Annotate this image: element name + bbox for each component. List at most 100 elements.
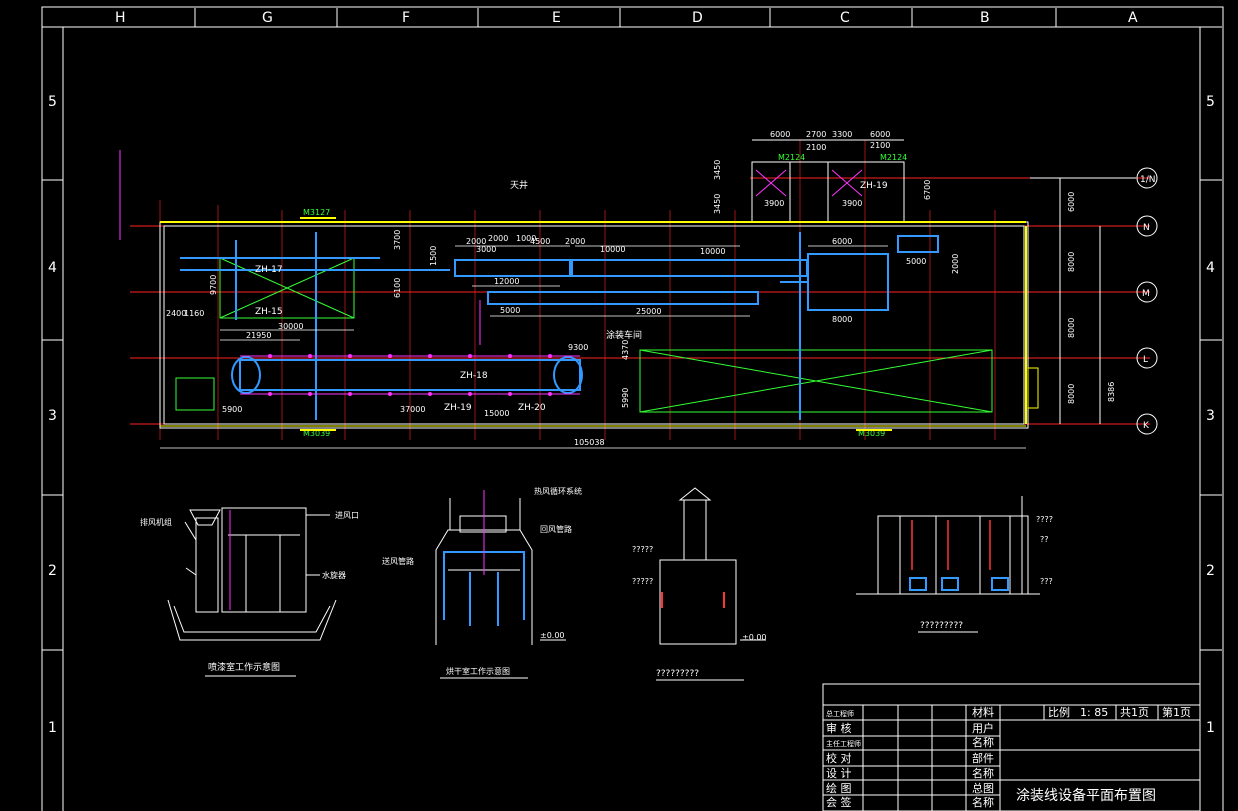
detail1-label-fan: 排风机组 <box>140 517 172 527</box>
row-dim-16: 21950 <box>246 331 271 340</box>
column-label-e: E <box>552 10 561 26</box>
side-dim-2: 3450 <box>713 194 722 214</box>
tb-scale-label: 比例 <box>1048 705 1070 719</box>
tb-material: 材料 <box>972 705 994 719</box>
tb-sheet-no: 第1页 <box>1162 705 1191 719</box>
detail2-label-circulation: 热风循环系统 <box>534 486 582 496</box>
row-label-3-left: 3 <box>48 408 57 424</box>
detail3-label-a: ????? <box>632 545 653 554</box>
column-label-f: F <box>402 10 410 26</box>
zone-zh20: ZH-20 <box>518 403 546 413</box>
door-m2124-b: M2124 <box>880 153 907 162</box>
tb-user-2: 名称 <box>972 735 994 749</box>
axis-label-n: N <box>1143 223 1150 233</box>
side-dim-14: 3900 <box>842 199 862 208</box>
row-dim-7: 10000 <box>600 245 625 254</box>
row-dim-6: 2000 <box>565 237 585 246</box>
row-dim-15: 30000 <box>278 322 303 331</box>
tb-sheets-total: 共1页 <box>1120 706 1149 719</box>
zone-zh18: ZH-18 <box>460 371 488 381</box>
role-review: 审 核 <box>826 721 852 735</box>
top-subdim-1: 2100 <box>806 143 826 152</box>
row-dim-20: 15000 <box>484 409 509 418</box>
zone-zh17: ZH-17 <box>255 265 283 275</box>
tb-user-1: 用户 <box>972 721 994 735</box>
side-dim-1: 3450 <box>713 160 722 180</box>
row-label-2-right: 2 <box>1206 563 1215 579</box>
row-dim-12: 5000 <box>500 306 520 315</box>
detail4-label-c: ??? <box>1040 577 1053 586</box>
axis-label-1n: 1/N <box>1140 175 1156 185</box>
row-dim-9: 6000 <box>832 237 852 246</box>
row-label-5-right: 5 <box>1206 94 1215 110</box>
tb-part-1: 部件 <box>972 751 994 765</box>
detail1-caption: 喷漆室工作示意图 <box>208 661 280 673</box>
axis-dim-4: 8000 <box>1067 384 1076 404</box>
side-dim-3: 6700 <box>923 180 932 200</box>
detail2-label-supply: 送风管路 <box>382 556 414 566</box>
row-label-4-right: 4 <box>1206 260 1215 276</box>
detail1-label-water: 水旋器 <box>322 570 346 580</box>
role-lead-engineer: 主任工程师 <box>826 739 861 748</box>
side-dim-13: 3900 <box>764 199 784 208</box>
row-label-3-right: 3 <box>1206 408 1215 424</box>
side-dim-4: 2000 <box>951 254 960 274</box>
side-dim-12: 5990 <box>621 388 630 408</box>
door-m3127: M3127 <box>303 208 330 217</box>
cad-drawing: H G F E D C B A 5 4 3 2 1 5 4 3 2 1 6000… <box>41 6 1224 811</box>
axis-label-l: L <box>1143 355 1148 365</box>
axis-dim-3: 8000 <box>1067 318 1076 338</box>
column-label-a: A <box>1128 10 1138 26</box>
axis-dim-1: 6000 <box>1067 192 1076 212</box>
column-label-b: B <box>980 10 990 26</box>
side-dim-11: 4370 <box>621 340 630 360</box>
top-dim-4: 6000 <box>870 130 890 139</box>
top-dim-2: 2700 <box>806 130 826 139</box>
row-dim-8: 10000 <box>700 247 725 256</box>
row-dim-11: 12000 <box>494 277 519 286</box>
skylight-label: 天井 <box>510 179 528 191</box>
column-label-h: H <box>115 10 126 26</box>
top-dim-1: 6000 <box>770 130 790 139</box>
detail-spray-booth <box>167 507 337 677</box>
detail4-caption: ????????? <box>920 621 963 631</box>
row-dim-5: 4500 <box>530 237 550 246</box>
detail2-caption: 烘干室工作示意图 <box>446 666 510 676</box>
row-label-1-right: 1 <box>1206 720 1215 736</box>
detail2-level: ±0.00 <box>540 631 565 640</box>
row-label-2-left: 2 <box>48 563 57 579</box>
zone-zh19-annex: ZH-19 <box>860 181 888 191</box>
row-dim-14: 8000 <box>832 315 852 324</box>
column-label-c: C <box>840 10 850 26</box>
side-dim-8: 9700 <box>209 275 218 295</box>
row-dim-13: 25000 <box>636 307 661 316</box>
row-dim-10: 5000 <box>906 257 926 266</box>
workshop-label: 涂装车间 <box>606 329 642 341</box>
axis-label-m: M <box>1142 289 1150 299</box>
tb-general-1: 总图 <box>972 781 994 795</box>
side-dim-10: 1160 <box>184 309 204 318</box>
floor-plan: 6000 2700 3300 6000 2100 2100 M2124 M212… <box>119 130 1158 449</box>
row-label-5-left: 5 <box>48 94 57 110</box>
top-dim-3: 3300 <box>832 130 852 139</box>
zone-zh15: ZH-15 <box>255 307 283 317</box>
row-dim-2: 3000 <box>476 245 496 254</box>
axis-dim-2: 8000 <box>1067 252 1076 272</box>
side-dim-7: 6100 <box>393 278 402 298</box>
top-subdim-2: 2100 <box>870 141 890 150</box>
role-chief-engineer: 总工程师 <box>826 709 854 718</box>
axis-label-k: K <box>1143 421 1150 431</box>
overall-length: 105038 <box>574 438 605 447</box>
column-label-g: G <box>262 10 273 26</box>
detail-section-3 <box>656 487 766 681</box>
column-label-d: D <box>692 10 703 26</box>
tb-part-2: 名称 <box>972 766 994 780</box>
drawing-title: 涂装线设备平面布置图 <box>1016 787 1156 804</box>
row-label-1-left: 1 <box>48 720 57 736</box>
row-dim-17: 37000 <box>400 405 425 414</box>
role-draw: 绘 图 <box>826 781 852 795</box>
row-dim-3: 2000 <box>488 234 508 243</box>
role-countersign: 会 签 <box>826 795 852 809</box>
door-m2124-a: M2124 <box>778 153 805 162</box>
axis-dim-5: 8386 <box>1107 382 1116 402</box>
